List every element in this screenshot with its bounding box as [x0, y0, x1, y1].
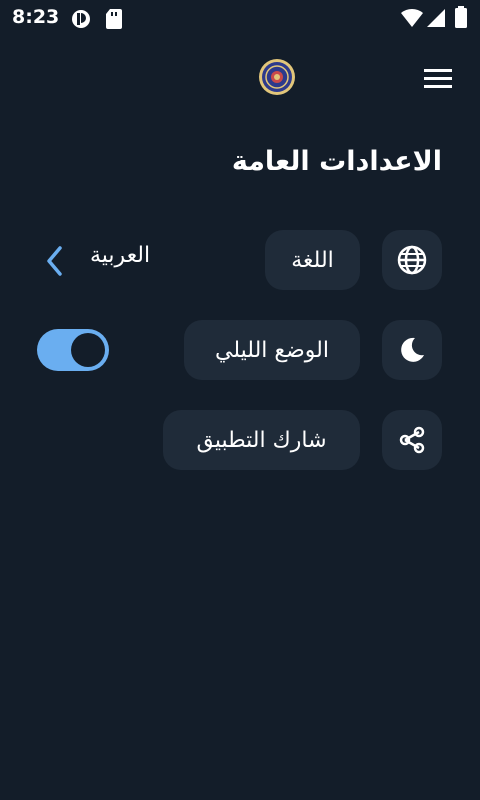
moon-icon — [401, 337, 424, 362]
toggle-knob — [71, 333, 105, 367]
language-value[interactable]: العربية — [90, 243, 150, 268]
share-icon — [399, 426, 425, 454]
share-label: شارك التطبيق — [196, 427, 327, 453]
wifi-icon — [400, 8, 424, 32]
battery-icon — [455, 6, 467, 32]
status-bar: 8:23 — [0, 0, 480, 36]
night-mode-icon-button[interactable] — [382, 320, 442, 380]
language-setting-button[interactable]: اللغة — [265, 230, 360, 290]
page-title: الاعدادات العامة — [231, 146, 442, 177]
sd-card-icon — [105, 8, 123, 34]
share-icon-button[interactable] — [382, 410, 442, 470]
globe-icon — [397, 245, 427, 275]
language-icon-button[interactable] — [382, 230, 442, 290]
chevron-left-icon[interactable] — [42, 244, 68, 278]
share-app-button[interactable]: شارك التطبيق — [163, 410, 360, 470]
app-bar — [0, 36, 480, 120]
cellular-signal-icon — [426, 8, 446, 32]
app-logo — [258, 58, 296, 96]
night-mode-label: الوضع الليلي — [215, 337, 329, 363]
data-saver-icon — [70, 8, 92, 34]
night-mode-setting-button[interactable]: الوضع الليلي — [184, 320, 360, 380]
hamburger-menu-icon[interactable] — [420, 66, 456, 92]
night-mode-toggle[interactable] — [37, 329, 109, 371]
status-time: 8:23 — [12, 6, 60, 28]
language-label: اللغة — [291, 247, 334, 273]
